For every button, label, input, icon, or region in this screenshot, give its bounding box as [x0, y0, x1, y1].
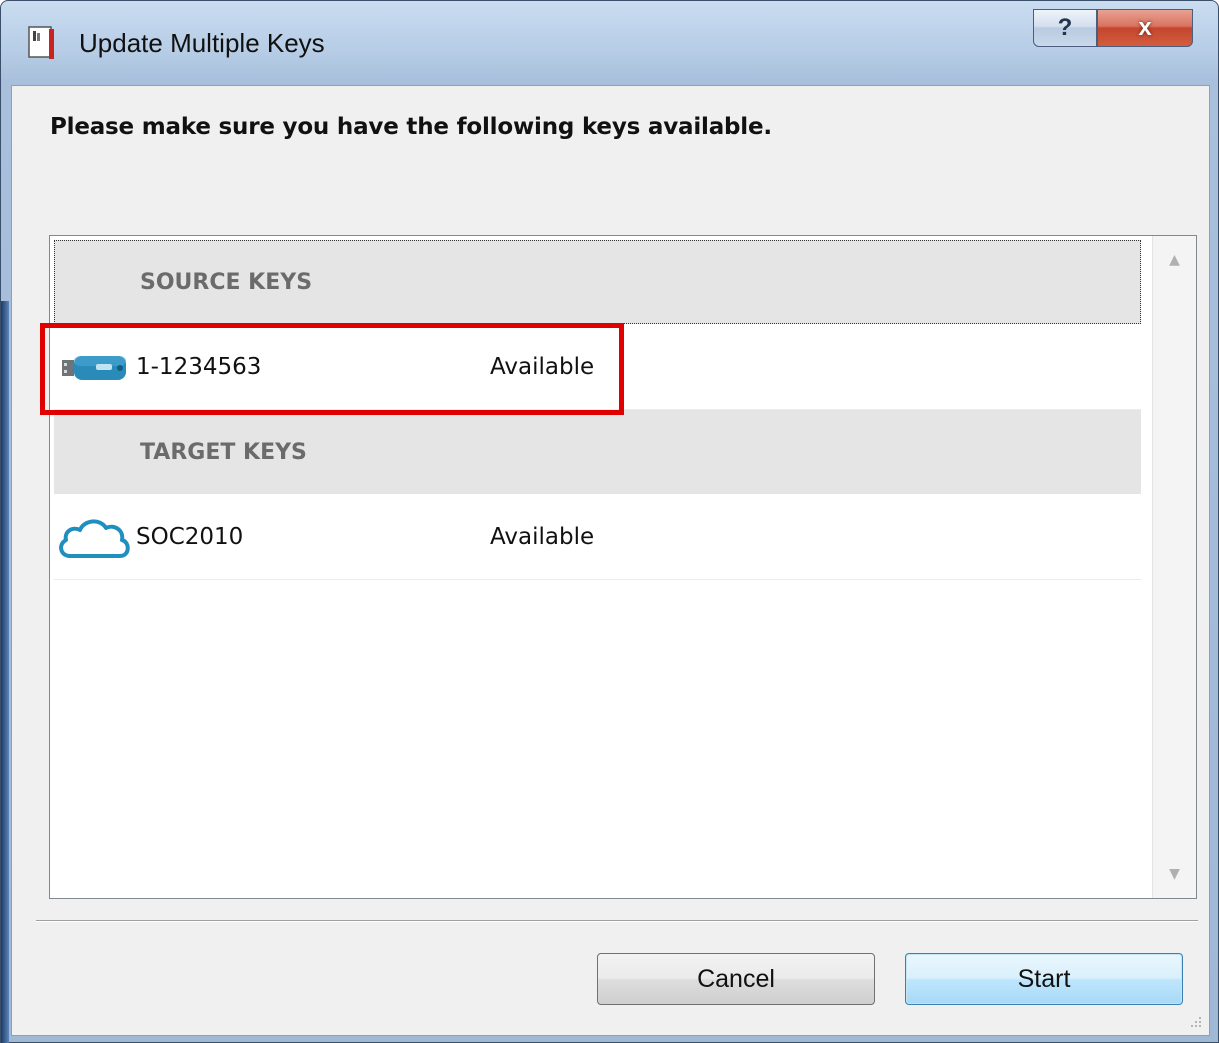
usb-key-icon: [62, 356, 126, 380]
dialog-content: Please make sure you have the following …: [11, 85, 1210, 1036]
scroll-down-arrow-icon[interactable]: ▼: [1153, 854, 1196, 894]
scroll-up-arrow-icon[interactable]: ▲: [1153, 240, 1196, 280]
keys-list[interactable]: SOURCE KEYS 1-1234563 Available TARGET K…: [49, 235, 1197, 899]
instruction-heading: Please make sure you have the following …: [50, 114, 772, 140]
app-icon: [28, 26, 54, 59]
title-bar[interactable]: Update Multiple Keys ? x: [1, 1, 1219, 85]
close-button[interactable]: x: [1097, 9, 1193, 47]
start-button[interactable]: Start: [905, 953, 1183, 1005]
cloud-icon: [59, 519, 130, 558]
resize-grip-icon[interactable]: [1187, 1013, 1203, 1029]
group-header-label: SOURCE KEYS: [140, 269, 313, 295]
vertical-scrollbar[interactable]: ▲ ▼: [1152, 236, 1196, 898]
help-button[interactable]: ?: [1033, 9, 1097, 47]
help-icon: ?: [1057, 14, 1073, 41]
key-name: SOC2010: [136, 524, 244, 550]
divider: [36, 920, 1198, 922]
group-header-label: TARGET KEYS: [140, 439, 307, 465]
key-status: Available: [490, 354, 595, 380]
group-header-source[interactable]: SOURCE KEYS: [54, 240, 1141, 324]
close-icon: x: [1138, 14, 1152, 41]
cancel-button[interactable]: Cancel: [597, 953, 875, 1005]
list-item-target-key[interactable]: SOC2010 Available: [54, 494, 1141, 580]
window-title: Update Multiple Keys: [79, 28, 325, 58]
group-header-target[interactable]: TARGET KEYS: [54, 410, 1141, 494]
dialog-window: Update Multiple Keys ? x Please make sur…: [0, 0, 1219, 1043]
key-name: 1-1234563: [136, 354, 262, 380]
key-status: Available: [490, 524, 595, 550]
list-item-source-key[interactable]: 1-1234563 Available: [54, 324, 1141, 410]
